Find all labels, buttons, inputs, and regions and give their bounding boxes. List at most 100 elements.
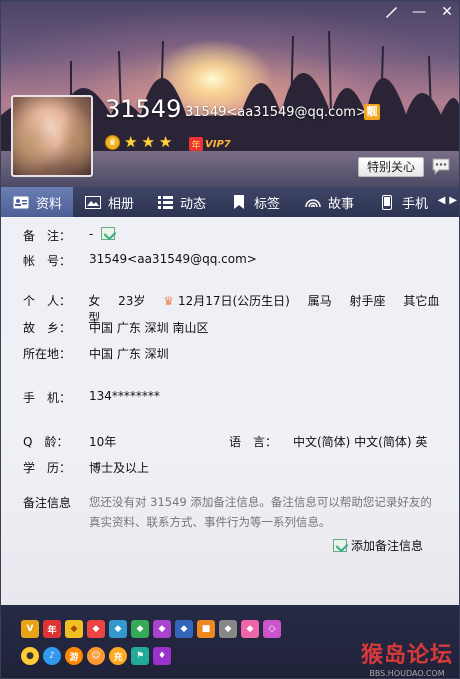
diamond-gem-icon[interactable]: ◇ (263, 620, 281, 638)
location-row: 所在地： 中国 广东 深圳 (23, 345, 169, 362)
year-vip-icon: 年 (189, 137, 203, 151)
vip-icon[interactable]: V (21, 620, 39, 638)
profile-header: — ✕ 31549 31549<aa31549@qq.com> 靓 ♛ ★ ★ … (1, 1, 459, 187)
avatar[interactable] (11, 95, 93, 177)
tab-label: 相册 (108, 196, 135, 212)
hometown-label: 故 乡： (23, 321, 72, 335)
add-note-button[interactable]: 添加备注信息 (333, 537, 423, 554)
chat-button[interactable] (431, 156, 451, 176)
diamond-yellow-icon[interactable]: ◆ (65, 620, 83, 638)
bookmark-icon (231, 195, 247, 209)
edit-remark-icon[interactable] (101, 227, 116, 240)
diamond-green-icon[interactable]: ◆ (131, 620, 149, 638)
star-icon: ★ (141, 133, 155, 151)
year-icon[interactable]: 年 (43, 620, 61, 638)
gift-icon[interactable]: ■ (197, 620, 215, 638)
service-icons-row-1: V 年 ◆ ◆ ◆ ◆ ◆ ◆ ■ ◆ ◆ ◇ (21, 620, 281, 638)
account-row: 帐 号： 31549<aa31549@qq.com> (23, 252, 257, 269)
phone-icon (379, 194, 395, 210)
diamond-pink-icon[interactable]: ◆ (241, 620, 259, 638)
zodiac: 属马 (307, 294, 332, 308)
location-value: 中国 广东 深圳 (89, 347, 169, 361)
remark-row: 备 注： - (23, 227, 116, 244)
diamond-blue2-icon[interactable]: ◆ (175, 620, 193, 638)
qzone-icon[interactable]: ● (21, 647, 39, 665)
qage-value: 10年 (89, 435, 117, 449)
tab-feed[interactable]: 动态 (145, 187, 219, 217)
tab-label: 动态 (180, 196, 207, 212)
profile-window: — ✕ 31549 31549<aa31549@qq.com> 靓 ♛ ★ ★ … (0, 0, 460, 679)
vip-level: VIP7 (205, 138, 231, 150)
service-icons-row-2: ● ♪ 游 ☺ 充 ⚑ ♦ (21, 647, 171, 665)
face-icon[interactable]: ☺ (87, 647, 105, 665)
note-row: 备注信息 (23, 494, 89, 511)
tab-label: 手机 (402, 196, 429, 212)
paintbrush-icon (386, 7, 397, 18)
constellation: 射手座 (349, 294, 386, 308)
purple-icon[interactable]: ♦ (153, 647, 171, 665)
profile-card-icon (13, 195, 29, 209)
window-controls: — ✕ (377, 1, 459, 23)
note-description: 您还没有对 31549 添加备注信息。备注信息可以帮助您记录好友的真实资料、联系… (89, 495, 432, 529)
remark-label: 备 注： (23, 229, 72, 243)
tab-mobile[interactable]: 手机 (367, 187, 435, 217)
age: 23岁 (118, 294, 146, 308)
speech-bubble-icon (432, 158, 450, 176)
mobile-row: 手 机： 134******** (23, 389, 160, 406)
education-row: 学 历： 博士及以上 (23, 459, 149, 476)
add-note-label: 添加备注信息 (351, 539, 424, 553)
vip-badge[interactable]: 年 VIP7 (189, 137, 231, 151)
tab-story[interactable]: 故事 (293, 187, 367, 217)
rainbow-icon (305, 195, 321, 209)
education-label: 学 历： (23, 461, 72, 475)
nickname: 31549 (105, 95, 182, 123)
qage-row: Q 龄： 10年 (23, 433, 116, 450)
hometown-value: 中国 广东 深圳 南山区 (89, 321, 209, 335)
diamond-grey-icon[interactable]: ◆ (219, 620, 237, 638)
remark-value: - (89, 227, 94, 241)
tab-label: 故事 (328, 196, 355, 212)
tab-tags[interactable]: 标签 (219, 187, 293, 217)
chevron-left-icon[interactable]: ◀ (438, 195, 446, 206)
diamond-blue-icon[interactable]: ◆ (109, 620, 127, 638)
pretty-number-badge[interactable]: 靓 (364, 104, 380, 120)
profile-info-panel: 备 注： - 帐 号： 31549<aa31549@qq.com> 个 人： 女… (1, 217, 459, 605)
mobile-label: 手 机： (23, 391, 72, 405)
add-note-icon (333, 539, 347, 552)
mobile-value: 134******** (89, 389, 160, 403)
feed-icon (157, 195, 173, 209)
service-icons-bar: V 年 ◆ ◆ ◆ ◆ ◆ ◆ ■ ◆ ◆ ◇ ● ♪ 游 ☺ 充 ⚑ ♦ 猴岛… (1, 605, 459, 678)
birthday-cake-icon: ♛ (163, 294, 174, 308)
birthday: 12月17日(公历生日) (177, 294, 290, 308)
music-icon[interactable]: ♪ (43, 647, 61, 665)
chevron-right-icon[interactable]: ▶ (449, 195, 457, 206)
account-value: 31549<aa31549@qq.com> (89, 252, 257, 266)
qage-label: Q 龄： (23, 435, 69, 449)
close-button[interactable]: ✕ (433, 1, 459, 23)
star-icon: ★ (124, 133, 138, 151)
watermark-url: BBS.HOUDAO.COM (369, 669, 445, 678)
note-label: 备注信息 (23, 496, 72, 510)
qq-level[interactable]: ♛ ★ ★ ★ (105, 135, 172, 150)
pet-icon[interactable]: 游 (65, 647, 83, 665)
game-icon[interactable]: 充 (109, 647, 127, 665)
diamond-red-icon[interactable]: ◆ (87, 620, 105, 638)
album-icon (85, 195, 101, 209)
minimize-button[interactable]: — (405, 1, 433, 23)
education-value: 博士及以上 (89, 461, 150, 475)
tab-album[interactable]: 相册 (73, 187, 145, 217)
email-display: 31549<aa31549@qq.com> (185, 105, 367, 120)
tab-label: 标签 (254, 196, 281, 212)
special-care-button[interactable]: 特别关心 (358, 157, 424, 177)
language-label: 语 言： (229, 435, 278, 449)
crown-icon: ♛ (105, 135, 120, 150)
language-row: 语 言： 中文(简体) 中文(简体) 英 (229, 433, 449, 450)
skin-button[interactable] (377, 1, 405, 23)
flag-icon[interactable]: ⚑ (131, 647, 149, 665)
star-icon: ★ (158, 133, 173, 151)
language-value: 中文(简体) 中文(简体) 英 (293, 435, 428, 449)
diamond-purple-icon[interactable]: ◆ (153, 620, 171, 638)
tab-profile[interactable]: 资料 (1, 187, 73, 217)
account-label: 帐 号： (23, 254, 72, 268)
location-label: 所在地： (23, 347, 72, 361)
